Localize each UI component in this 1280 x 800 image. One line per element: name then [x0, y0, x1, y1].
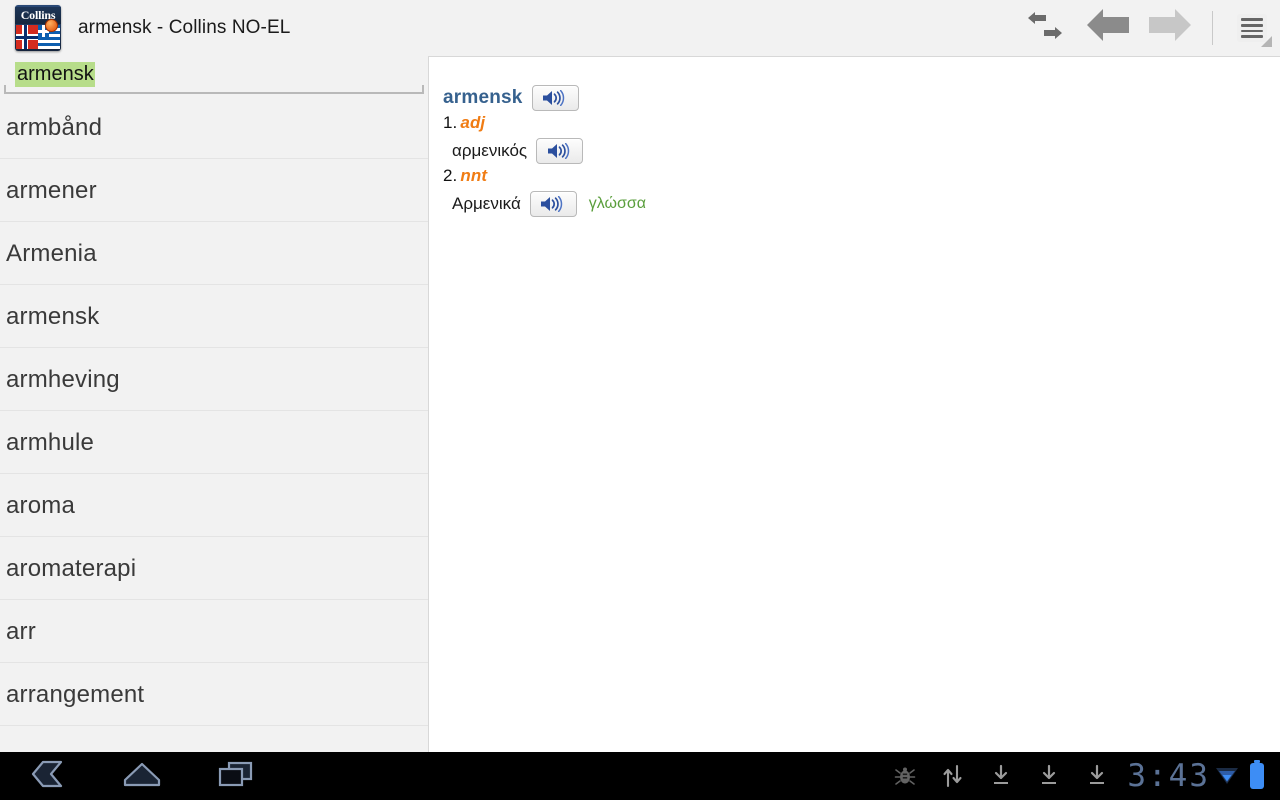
speaker-icon [543, 90, 565, 106]
translation-row-2: Αρμενικά γλώσσα [443, 191, 1280, 217]
dictionary-entry: armensk 1. adj αρμενικός 2. nnt Αρμενικά… [429, 57, 1280, 217]
battery-icon [1242, 752, 1268, 800]
usb-transfer-icon [929, 752, 977, 800]
list-item-label: aroma [6, 492, 76, 519]
toolbar-actions [1015, 0, 1280, 56]
overflow-corner-icon [1261, 36, 1272, 47]
list-item[interactable]: Armenia [0, 222, 428, 285]
android-home-button[interactable] [114, 754, 170, 798]
app-window: Collins armensk - Collins NO-EL armensk … [0, 0, 1280, 800]
word-list[interactable]: armbånd armener Armenia armensk armheving arm… [0, 96, 428, 752]
translation-1: αρμενικός [452, 141, 528, 160]
arrow-left-icon [1085, 8, 1131, 48]
android-back-button[interactable] [20, 754, 76, 798]
page-title: armensk - Collins NO-EL [78, 17, 291, 38]
list-item[interactable]: armbånd [0, 96, 428, 159]
android-back-icon [29, 760, 67, 793]
list-item-label: armheving [6, 366, 120, 393]
list-item[interactable]: armheving [0, 348, 428, 411]
download-icon [977, 752, 1025, 800]
sense-1-number: 1. [443, 113, 458, 132]
list-item[interactable]: armener [0, 159, 428, 222]
entry-pane: armensk 1. adj αρμενικός 2. nnt Αρμενικά… [428, 56, 1280, 752]
list-item[interactable]: arr [0, 600, 428, 663]
search-area: armensk [0, 56, 428, 96]
back-button[interactable] [1077, 0, 1139, 56]
speaker-icon [541, 196, 563, 212]
forward-button[interactable] [1139, 0, 1201, 56]
status-clock: 3:43 [1127, 757, 1210, 794]
android-nav-group [20, 754, 264, 798]
list-item[interactable]: arrangere [0, 726, 428, 752]
android-recents-button[interactable] [208, 754, 264, 798]
usage-label-2: γλώσσα [588, 195, 647, 212]
android-home-icon [122, 760, 162, 793]
sense-number-2: 2. nnt [443, 166, 1280, 186]
list-item-label: arrangere [6, 744, 112, 752]
title-bar: Collins armensk - Collins NO-EL [0, 0, 1280, 56]
list-item[interactable]: arrangement [0, 663, 428, 726]
app-icon-badge [45, 19, 58, 32]
list-item[interactable]: aromaterapi [0, 537, 428, 600]
search-input[interactable]: armensk [4, 56, 424, 94]
sense-2-number: 2. [443, 166, 458, 185]
toolbar-divider [1212, 11, 1213, 45]
sense-number-1: 1. adj [443, 113, 1280, 133]
list-item-label: armbånd [6, 114, 103, 141]
list-item[interactable]: armhule [0, 411, 428, 474]
speaker-button-headword[interactable] [531, 85, 579, 111]
list-item-label: armener [6, 177, 97, 204]
menu-button[interactable] [1224, 0, 1280, 56]
android-system-bar: 3:43 [0, 752, 1280, 800]
list-item[interactable]: armensk [0, 285, 428, 348]
list-item-label: arrangement [6, 681, 145, 708]
status-icons: 3:43 [881, 752, 1268, 800]
android-recents-icon [216, 759, 256, 794]
swap-languages-button[interactable] [1015, 0, 1077, 56]
debug-bug-icon [881, 752, 929, 800]
word-list-pane: armensk armbånd armener Armenia armensk armh… [0, 56, 428, 752]
swap-arrows-icon [1026, 8, 1066, 49]
norwegian-flag-icon [16, 25, 38, 49]
app-icon: Collins [15, 5, 61, 51]
download-icon [1025, 752, 1073, 800]
list-item-label: armhule [6, 429, 95, 456]
signal-icon [1212, 752, 1242, 800]
translation-2: Αρμενικά [452, 194, 521, 213]
list-item-label: armensk [6, 303, 100, 330]
list-item[interactable]: aroma [0, 474, 428, 537]
headword: armensk [443, 87, 523, 108]
list-item-label: Armenia [6, 240, 97, 267]
arrow-right-icon [1147, 8, 1193, 48]
list-item-label: arr [6, 618, 36, 645]
list-item-label: aromaterapi [6, 555, 137, 582]
speaker-button-translation-2[interactable] [529, 191, 577, 217]
speaker-icon [547, 143, 569, 159]
sense-1-pos: adj [460, 113, 486, 132]
speaker-button-translation-1[interactable] [536, 138, 584, 164]
headword-row: armensk [443, 85, 1280, 111]
sense-2-pos: nnt [460, 166, 488, 185]
download-icon [1073, 752, 1121, 800]
search-input-value: armensk [15, 61, 95, 87]
translation-row-1: αρμενικός [443, 138, 1280, 164]
